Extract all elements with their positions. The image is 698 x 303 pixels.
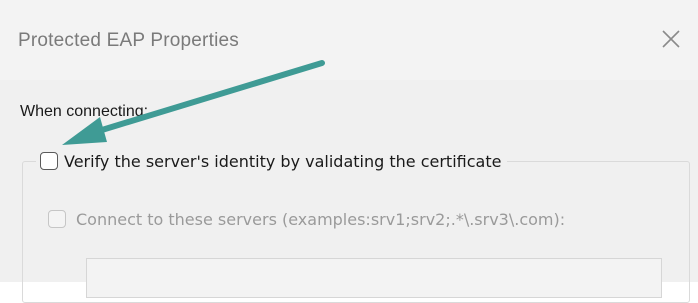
connect-servers-checkbox-box[interactable] [48,210,66,228]
verify-checkbox-box[interactable] [40,152,58,170]
verify-server-identity-checkbox[interactable]: Verify the server's identity by validati… [36,148,508,174]
title-bar: Protected EAP Properties [0,0,698,80]
when-connecting-label: When connecting: [20,103,149,120]
protected-eap-properties-dialog: Protected EAP Properties When connecting… [0,0,698,303]
servers-input[interactable] [86,258,662,298]
close-icon[interactable] [658,26,684,52]
verify-checkbox-label[interactable]: Verify the server's identity by validati… [64,152,501,171]
connect-to-servers-checkbox[interactable]: Connect to these servers (examples:srv1;… [48,206,565,232]
connect-servers-checkbox-label[interactable]: Connect to these servers (examples:srv1;… [76,210,565,229]
dialog-title: Protected EAP Properties [18,30,239,51]
